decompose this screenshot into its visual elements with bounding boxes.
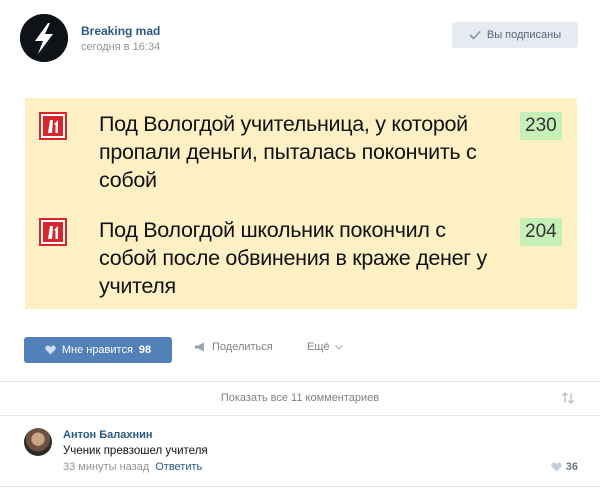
channel-logo-icon xyxy=(39,112,67,140)
comment-author[interactable]: Антон Балахнин xyxy=(63,429,153,441)
comment-meta: 33 минуты назад Ответить xyxy=(63,461,202,473)
news-headline: Под Вологдой школьник покончил с собой п… xyxy=(99,218,487,298)
post-time[interactable]: сегодня в 16:34 xyxy=(81,41,160,53)
comment: Антон Балахнин Ученик превзошел учителя … xyxy=(24,428,580,480)
lightning-icon xyxy=(20,14,68,62)
subscribed-button[interactable]: Вы подписаны xyxy=(452,22,578,48)
show-all-comments-link[interactable]: Показать все 11 комментариев xyxy=(0,392,600,404)
comment-like-button[interactable]: 36 xyxy=(551,461,578,473)
community-avatar[interactable] xyxy=(20,14,68,62)
news-count-badge: 204 xyxy=(520,218,562,246)
like-button[interactable]: Мне нравится 98 xyxy=(24,337,172,363)
post-header: Breaking mad сегодня в 16:34 Вы подписан… xyxy=(20,12,580,64)
like-label: Мне нравится xyxy=(61,344,133,356)
share-button[interactable]: Поделиться xyxy=(194,341,273,353)
heart-icon xyxy=(45,345,56,355)
news-count-badge: 230 xyxy=(520,112,562,140)
check-icon xyxy=(469,30,481,40)
channel-logo-icon xyxy=(39,218,67,246)
comment-time[interactable]: 33 минуты назад xyxy=(63,461,149,473)
chevron-down-icon xyxy=(334,344,343,350)
news-headline: Под Вологдой учительница, у которой проп… xyxy=(99,112,477,192)
divider xyxy=(0,415,600,416)
news-item: Под Вологдой учительница, у которой проп… xyxy=(25,108,577,198)
divider xyxy=(0,486,600,487)
author-name[interactable]: Breaking mad xyxy=(81,24,160,38)
share-label: Поделиться xyxy=(212,341,273,353)
more-button[interactable]: Ещё xyxy=(307,341,343,353)
avatar[interactable] xyxy=(24,428,52,456)
comment-like-count: 36 xyxy=(565,461,578,473)
like-count: 98 xyxy=(138,344,152,356)
divider xyxy=(0,381,600,382)
subscribed-label: Вы подписаны xyxy=(486,29,562,41)
news-card-image[interactable]: Под Вологдой учительница, у которой проп… xyxy=(25,98,577,309)
reply-link[interactable]: Ответить xyxy=(155,461,202,473)
heart-icon xyxy=(551,462,562,472)
more-label: Ещё xyxy=(307,341,330,353)
comment-text: Ученик превзошел учителя xyxy=(63,445,208,457)
megaphone-icon xyxy=(195,342,204,352)
news-item: Под Вологдой школьник покончил с собой п… xyxy=(25,214,577,304)
post-actions: Мне нравится 98 Поделиться Ещё xyxy=(24,337,580,363)
sort-icon[interactable] xyxy=(561,391,575,405)
